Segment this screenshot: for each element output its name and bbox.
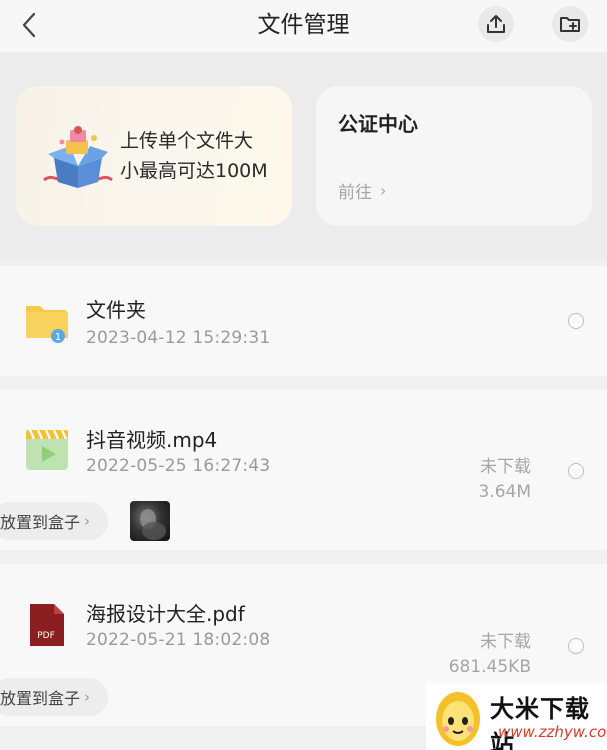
file-row-folder[interactable]: 1 文件夹 2023-04-12 15:29:31 bbox=[0, 266, 607, 376]
place-in-box-label: 放置到盒子 bbox=[0, 689, 81, 708]
promo-text: 上传单个文件大 小最高可达100M bbox=[120, 126, 280, 186]
notary-go-link[interactable]: 前往 › bbox=[338, 178, 386, 203]
folder-icon: 1 bbox=[26, 306, 68, 343]
file-row-video[interactable]: 抖音视频.mp4 2022-05-25 16:27:43 未下载 3.64M 放… bbox=[0, 390, 607, 550]
gift-box-icon bbox=[43, 126, 113, 188]
file-name: 抖音视频.mp4 bbox=[86, 428, 218, 452]
notary-link-label: 前往 bbox=[338, 183, 372, 203]
folder-badge: 1 bbox=[55, 332, 61, 343]
file-name: 文件夹 bbox=[86, 298, 146, 322]
file-size: 681.45KB bbox=[448, 657, 531, 677]
promo-line-1: 上传单个文件大 bbox=[120, 130, 254, 152]
thumbnail-image bbox=[140, 509, 166, 540]
new-folder-button[interactable] bbox=[552, 6, 588, 42]
pdf-type-label: PDF bbox=[37, 631, 55, 641]
video-thumbnail[interactable] bbox=[130, 501, 170, 541]
file-date: 2023-04-12 15:29:31 bbox=[86, 328, 271, 348]
upload-promo-card[interactable]: 上传单个文件大 小最高可达100M bbox=[16, 86, 292, 226]
file-name: 海报设计大全.pdf bbox=[86, 602, 245, 626]
top-bar: 文件管理 bbox=[0, 0, 607, 52]
file-date: 2022-05-21 18:02:08 bbox=[86, 630, 271, 650]
chevron-right-icon: › bbox=[84, 512, 91, 530]
pdf-file-icon: PDF bbox=[30, 604, 64, 646]
video-file-icon bbox=[26, 429, 68, 470]
place-in-box-button[interactable]: 放置到盒子 › bbox=[0, 678, 108, 716]
select-radio[interactable] bbox=[568, 313, 584, 329]
quick-cards-section: 上传单个文件大 小最高可达100M 公证中心 前往 › bbox=[0, 52, 607, 260]
upload-button[interactable] bbox=[478, 6, 514, 42]
place-in-box-button[interactable]: 放置到盒子 › bbox=[0, 502, 108, 540]
download-status: 未下载 bbox=[480, 457, 531, 477]
upload-icon bbox=[487, 15, 505, 33]
chevron-right-icon: › bbox=[84, 688, 91, 706]
site-watermark: 大米下载站 www.zzhyw.com bbox=[426, 683, 607, 750]
page-title: 文件管理 bbox=[257, 12, 350, 38]
folder-add-icon bbox=[560, 17, 580, 32]
notary-center-card[interactable]: 公证中心 前往 › bbox=[316, 86, 592, 226]
file-date: 2022-05-25 16:27:43 bbox=[86, 456, 271, 476]
rice-mascot-logo bbox=[436, 692, 480, 746]
select-radio[interactable] bbox=[568, 638, 584, 654]
download-status: 未下载 bbox=[480, 632, 531, 652]
file-size: 3.64M bbox=[478, 482, 531, 502]
chevron-right-icon: › bbox=[380, 181, 387, 200]
notary-title: 公证中心 bbox=[338, 112, 418, 136]
watermark-url: www.zzhyw.com bbox=[498, 723, 607, 741]
select-radio[interactable] bbox=[568, 463, 584, 479]
promo-line-2: 小最高可达100M bbox=[120, 160, 268, 182]
place-in-box-label: 放置到盒子 bbox=[0, 513, 81, 532]
